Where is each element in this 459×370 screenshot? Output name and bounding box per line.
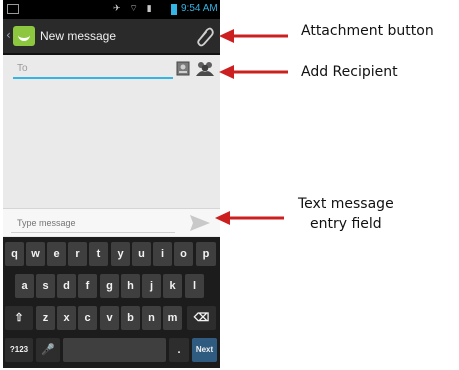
key-e[interactable]: e	[47, 242, 66, 266]
annotation-attachment: Attachment button	[301, 23, 434, 39]
status-bar: ✈ ⌔ ▮ 9:54 AM	[3, 0, 220, 19]
contact-card-icon[interactable]	[176, 61, 190, 76]
figure: ✈ ⌔ ▮ 9:54 AM ‹ New message To Type mess…	[0, 0, 459, 370]
battery-icon	[171, 4, 177, 15]
phone-screen: ✈ ⌔ ▮ 9:54 AM ‹ New message To Type mess…	[3, 0, 220, 368]
key-mic-icon[interactable]: 🎤	[36, 338, 60, 362]
soft-keyboard: q w e r t y u i o p a s d f g h j k l ⇧ …	[3, 237, 220, 368]
key-d[interactable]: d	[57, 274, 76, 298]
key-u[interactable]: u	[132, 242, 151, 266]
annotation-recipient: Add Recipient	[301, 64, 398, 80]
text-entry-arrow-icon	[215, 211, 284, 225]
key-r[interactable]: r	[68, 242, 87, 266]
annotation-text-entry-line1: Text message	[298, 196, 394, 212]
recipient-input[interactable]	[13, 59, 173, 79]
annotation-text-entry-line2: entry field	[310, 216, 382, 232]
key-v[interactable]: v	[100, 306, 119, 330]
recipient-arrow-icon	[219, 65, 288, 79]
key-y[interactable]: y	[111, 242, 130, 266]
signal-wifi-icons: ✈ ⌔ ▮	[113, 4, 155, 14]
key-s[interactable]: s	[36, 274, 55, 298]
status-time: 9:54 AM	[181, 3, 218, 14]
back-chevron-icon[interactable]: ‹	[6, 28, 11, 42]
key-w[interactable]: w	[26, 242, 45, 266]
messaging-app-icon[interactable]	[13, 26, 35, 46]
key-o[interactable]: o	[174, 242, 193, 266]
key-k[interactable]: k	[163, 274, 182, 298]
key-b[interactable]: b	[121, 306, 140, 330]
key-m[interactable]: m	[163, 306, 182, 330]
key-l[interactable]: l	[185, 274, 204, 298]
key-p[interactable]: p	[196, 242, 216, 266]
key-space[interactable]	[63, 338, 166, 362]
key-next[interactable]: Next	[192, 338, 217, 362]
key-n[interactable]: n	[142, 306, 161, 330]
notification-image-icon	[7, 4, 19, 14]
key-q[interactable]: q	[5, 242, 24, 266]
key-j[interactable]: j	[142, 274, 161, 298]
key-g[interactable]: g	[100, 274, 119, 298]
key-i[interactable]: i	[153, 242, 172, 266]
key-c[interactable]: c	[78, 306, 97, 330]
attachment-arrow-icon	[219, 29, 288, 43]
compose-bar	[3, 208, 220, 236]
key-a[interactable]: a	[15, 274, 34, 298]
key-z[interactable]: z	[36, 306, 55, 330]
key-delete[interactable]: ⌫	[187, 306, 216, 330]
message-input[interactable]	[11, 213, 175, 233]
recipient-row	[3, 55, 220, 85]
key-symbols[interactable]: ?123	[5, 338, 33, 362]
action-bar: ‹ New message	[3, 19, 220, 55]
add-recipient-group-icon[interactable]	[195, 60, 215, 77]
screen-title: New message	[40, 29, 117, 43]
send-icon[interactable]	[189, 214, 211, 232]
key-h[interactable]: h	[121, 274, 140, 298]
attachment-paperclip-icon[interactable]	[195, 25, 215, 47]
key-t[interactable]: t	[89, 242, 108, 266]
key-f[interactable]: f	[78, 274, 97, 298]
key-period[interactable]: .	[169, 338, 189, 362]
conversation-area	[3, 85, 220, 207]
key-shift[interactable]: ⇧	[5, 306, 33, 330]
key-x[interactable]: x	[57, 306, 76, 330]
